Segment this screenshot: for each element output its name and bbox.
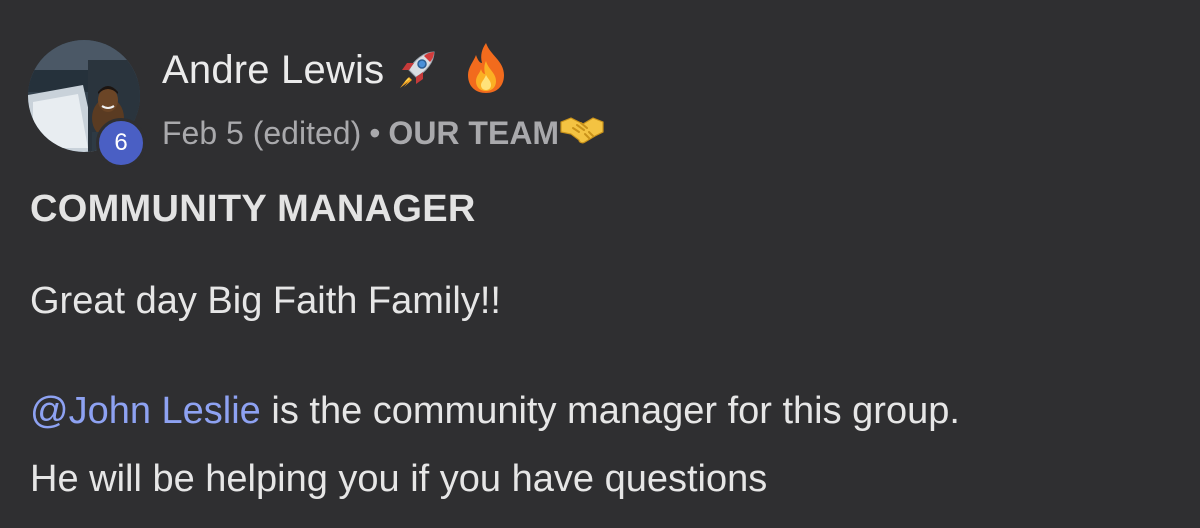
post-meta: Feb 5 (edited) • OUR TEAM [162,110,605,156]
author-avatar-container[interactable]: 6 [28,40,146,168]
post-card: 6 Andre Lewis Feb 5 (edited) • OUR TEAM … [0,0,1200,528]
author-row: Andre Lewis [162,38,508,102]
post-title: COMMUNITY MANAGER [30,188,476,230]
post-date[interactable]: Feb 5 (edited) [162,115,361,152]
handshake-icon [559,112,605,154]
author-name[interactable]: Andre Lewis [162,48,384,93]
level-badge: 6 [96,118,146,168]
post-body-greeting: Great day Big Faith Family!! [30,280,501,322]
meta-separator: • [369,114,381,151]
post-body-line-3: He will be helping you if you have quest… [30,458,768,500]
mention-link[interactable]: @John Leslie [30,390,261,432]
post-body-line-2: @John Leslie is the community manager fo… [30,390,960,433]
rocket-icon [394,44,442,97]
post-body-line-2-text: is the community manager for this group. [260,390,960,432]
fire-icon [464,41,508,100]
category-link[interactable]: OUR TEAM [388,115,559,152]
